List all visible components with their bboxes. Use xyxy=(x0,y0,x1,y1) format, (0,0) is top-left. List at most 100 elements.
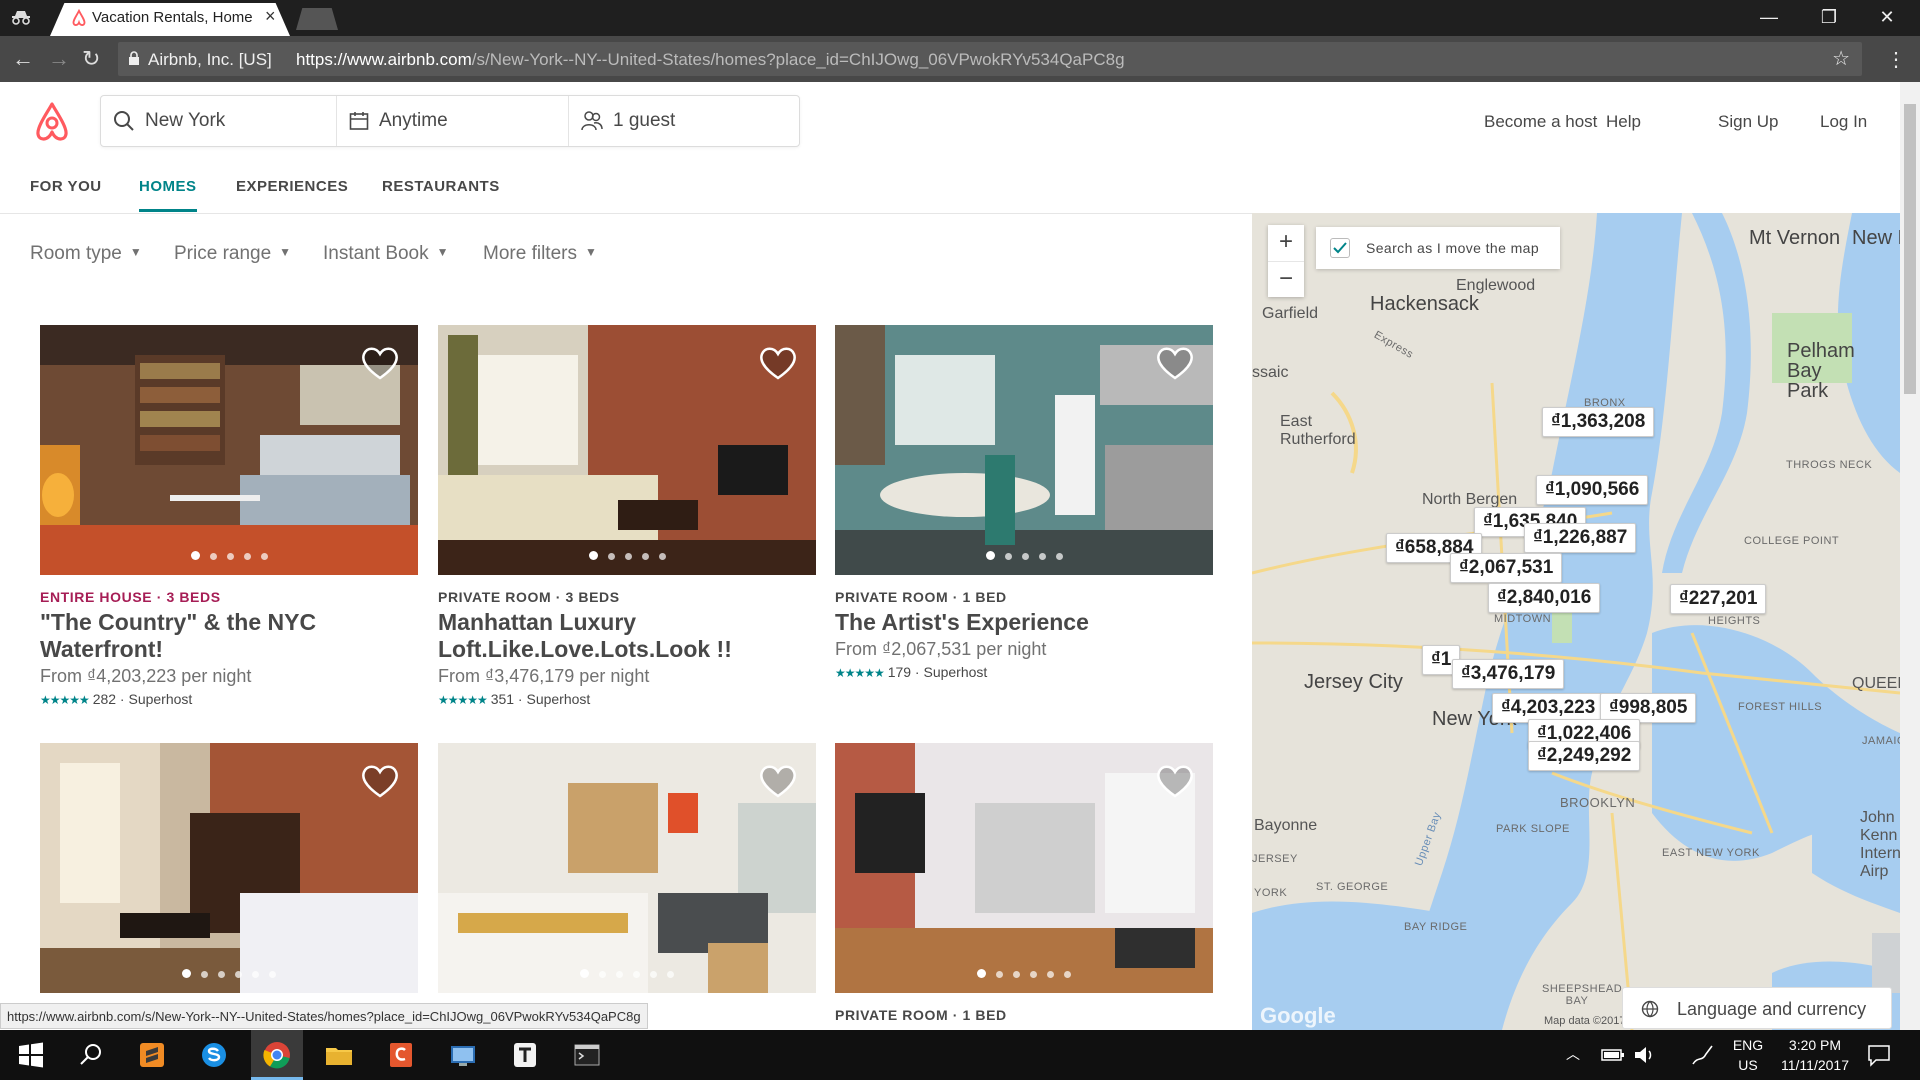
clock[interactable]: 3:20 PM 11/11/2017 xyxy=(1770,1035,1860,1075)
listing-card[interactable]: PRIVATE ROOM · 1 BED xyxy=(835,743,1213,1023)
map-label: Garfield xyxy=(1262,305,1319,322)
price-pin[interactable]: ₫1,090,566 xyxy=(1536,475,1649,505)
map-label: Mt Vernon xyxy=(1749,227,1841,249)
chrome-icon[interactable] xyxy=(262,1040,292,1070)
price-pin[interactable]: ₫2,840,016 xyxy=(1488,583,1601,613)
listing-photo[interactable] xyxy=(835,325,1213,575)
price-pin[interactable]: ₫2,067,531 xyxy=(1450,553,1563,583)
sublime-text-icon[interactable] xyxy=(137,1040,167,1070)
back-arrow-icon[interactable]: ← xyxy=(12,46,34,72)
price-pin[interactable]: ₫2,249,292 xyxy=(1528,741,1641,771)
minimize-button[interactable]: — xyxy=(1746,4,1792,30)
tab-homes[interactable]: HOMES xyxy=(139,178,197,212)
tab-close-icon[interactable]: × xyxy=(265,6,276,27)
instant-book-filter[interactable]: Instant Book ▼ xyxy=(323,243,449,265)
search-as-move-toggle[interactable]: Search as I move the map xyxy=(1316,227,1560,269)
tab-experiences[interactable]: EXPERIENCES xyxy=(236,178,348,209)
listing-card[interactable] xyxy=(438,743,816,993)
log-in-link[interactable]: Log In xyxy=(1820,112,1867,132)
map-label: BAY RIDGE xyxy=(1404,921,1468,933)
scrollbar-thumb[interactable] xyxy=(1904,104,1916,394)
map-zoom-controls: + − xyxy=(1268,225,1304,297)
file-explorer-icon[interactable] xyxy=(324,1040,354,1070)
reload-icon[interactable]: ↻ xyxy=(82,46,100,72)
star-rating-icon: ★★★★★ xyxy=(835,666,885,680)
listing-card[interactable]: PRIVATE ROOM · 1 BED The Artist's Experi… xyxy=(835,325,1213,680)
more-filters-filter[interactable]: More filters ▼ xyxy=(483,243,597,265)
restore-button[interactable]: ❐ xyxy=(1806,4,1852,30)
zoom-in-button[interactable]: + xyxy=(1268,225,1304,261)
lock-icon xyxy=(129,51,139,65)
map-label: THROGS NECK xyxy=(1786,459,1873,471)
command-prompt-icon[interactable] xyxy=(572,1040,602,1070)
listing-photo[interactable] xyxy=(438,325,816,575)
become-host-link[interactable]: Become a host xyxy=(1484,112,1597,132)
typora-icon[interactable] xyxy=(510,1040,540,1070)
listing-photo[interactable] xyxy=(438,743,816,993)
tab-for-you[interactable]: FOR YOU xyxy=(30,178,102,209)
listing-title[interactable]: Manhattan Luxury Loft.Like.Love.Lots.Look… xyxy=(438,609,816,663)
listing-photo[interactable] xyxy=(40,743,418,993)
map-label: Pelham Bay Park xyxy=(1787,340,1855,402)
heart-icon[interactable] xyxy=(1155,763,1195,799)
listing-photo[interactable] xyxy=(835,743,1213,993)
skype-business-icon[interactable] xyxy=(199,1040,229,1070)
tab-restaurants[interactable]: RESTAURANTS xyxy=(382,178,500,209)
zoom-out-button[interactable]: − xyxy=(1268,261,1304,297)
listing-photo[interactable] xyxy=(40,325,418,575)
listing-card[interactable]: ENTIRE HOUSE · 3 BEDS "The Country" & th… xyxy=(40,325,418,707)
room-type-filter[interactable]: Room type ▼ xyxy=(30,243,142,265)
battery-icon[interactable] xyxy=(1600,1042,1626,1068)
airbnb-logo-icon[interactable] xyxy=(32,101,72,143)
url-base: https://www.airbnb.com xyxy=(296,50,472,69)
bookmark-star-icon[interactable]: ☆ xyxy=(1832,46,1850,71)
map-label: John Kenn Interna Airp xyxy=(1860,809,1900,880)
listing-card[interactable] xyxy=(40,743,418,993)
region-code: US xyxy=(1738,1057,1758,1073)
remote-desktop-icon[interactable] xyxy=(448,1040,478,1070)
map-attribution[interactable]: Map data ©2017 xyxy=(1544,1015,1626,1027)
map-label: HEIGHTS xyxy=(1708,615,1761,627)
location-input[interactable]: New York xyxy=(113,96,335,146)
price-pin[interactable]: ₫1,226,887 xyxy=(1524,523,1637,553)
listing-card[interactable]: PRIVATE ROOM · 3 BEDS Manhattan Luxury Lo… xyxy=(438,325,816,707)
input-language[interactable]: ENG US xyxy=(1732,1035,1764,1075)
heart-icon[interactable] xyxy=(360,763,400,799)
listing-title[interactable]: "The Country" & the NYC Waterfront! xyxy=(40,609,418,663)
dates-input[interactable]: Anytime xyxy=(336,96,567,146)
forward-arrow-icon[interactable]: → xyxy=(48,46,70,72)
listing-price: From ₫2,067,531 per night xyxy=(835,639,1047,659)
page-scrollbar[interactable] xyxy=(1900,82,1920,1030)
chrome-menu-icon[interactable]: ⋮ xyxy=(1886,47,1906,72)
calendar-icon xyxy=(349,112,369,130)
price-pin[interactable]: ₫3,476,179 xyxy=(1452,659,1565,689)
tray-chevron-icon[interactable]: ︿ xyxy=(1566,1044,1580,1064)
google-logo[interactable]: Google xyxy=(1260,1003,1336,1029)
close-window-button[interactable]: ✕ xyxy=(1864,4,1910,30)
checkbox[interactable] xyxy=(1330,238,1350,258)
listing-title[interactable]: The Artist's Experience xyxy=(835,609,1213,636)
pen-ink-icon[interactable] xyxy=(1690,1042,1716,1068)
price-pin[interactable]: ₫227,201 xyxy=(1670,584,1767,614)
price-pin[interactable]: ₫1,363,208 xyxy=(1542,407,1655,437)
search-icon[interactable] xyxy=(76,1040,106,1070)
language-currency-button[interactable]: Language and currency xyxy=(1622,987,1892,1029)
sign-up-link[interactable]: Sign Up xyxy=(1718,112,1778,132)
listing-kicker: PRIVATE ROOM · 1 BED xyxy=(835,589,1007,605)
map[interactable]: + − Search as I move the map Mt Vernon N… xyxy=(1252,213,1900,1030)
heart-icon[interactable] xyxy=(360,345,400,381)
price-range-filter[interactable]: Price range ▼ xyxy=(174,243,291,265)
heart-icon[interactable] xyxy=(758,345,798,381)
heart-icon[interactable] xyxy=(1155,345,1195,381)
volume-icon[interactable] xyxy=(1632,1042,1658,1068)
guests-input[interactable]: 1 guest xyxy=(568,96,799,146)
help-link[interactable]: Help xyxy=(1606,112,1641,132)
heart-icon[interactable] xyxy=(758,763,798,799)
windows-start-icon[interactable] xyxy=(16,1040,46,1070)
app-launcher-icon[interactable] xyxy=(386,1040,416,1070)
listing-kicker: PRIVATE ROOM · 3 BEDS xyxy=(438,589,620,605)
photo-dots xyxy=(40,965,418,983)
action-center-icon[interactable] xyxy=(1866,1042,1892,1068)
address-bar[interactable]: Airbnb, Inc. [US] https://www.airbnb.com… xyxy=(118,42,1862,76)
new-tab-button[interactable] xyxy=(296,8,338,30)
